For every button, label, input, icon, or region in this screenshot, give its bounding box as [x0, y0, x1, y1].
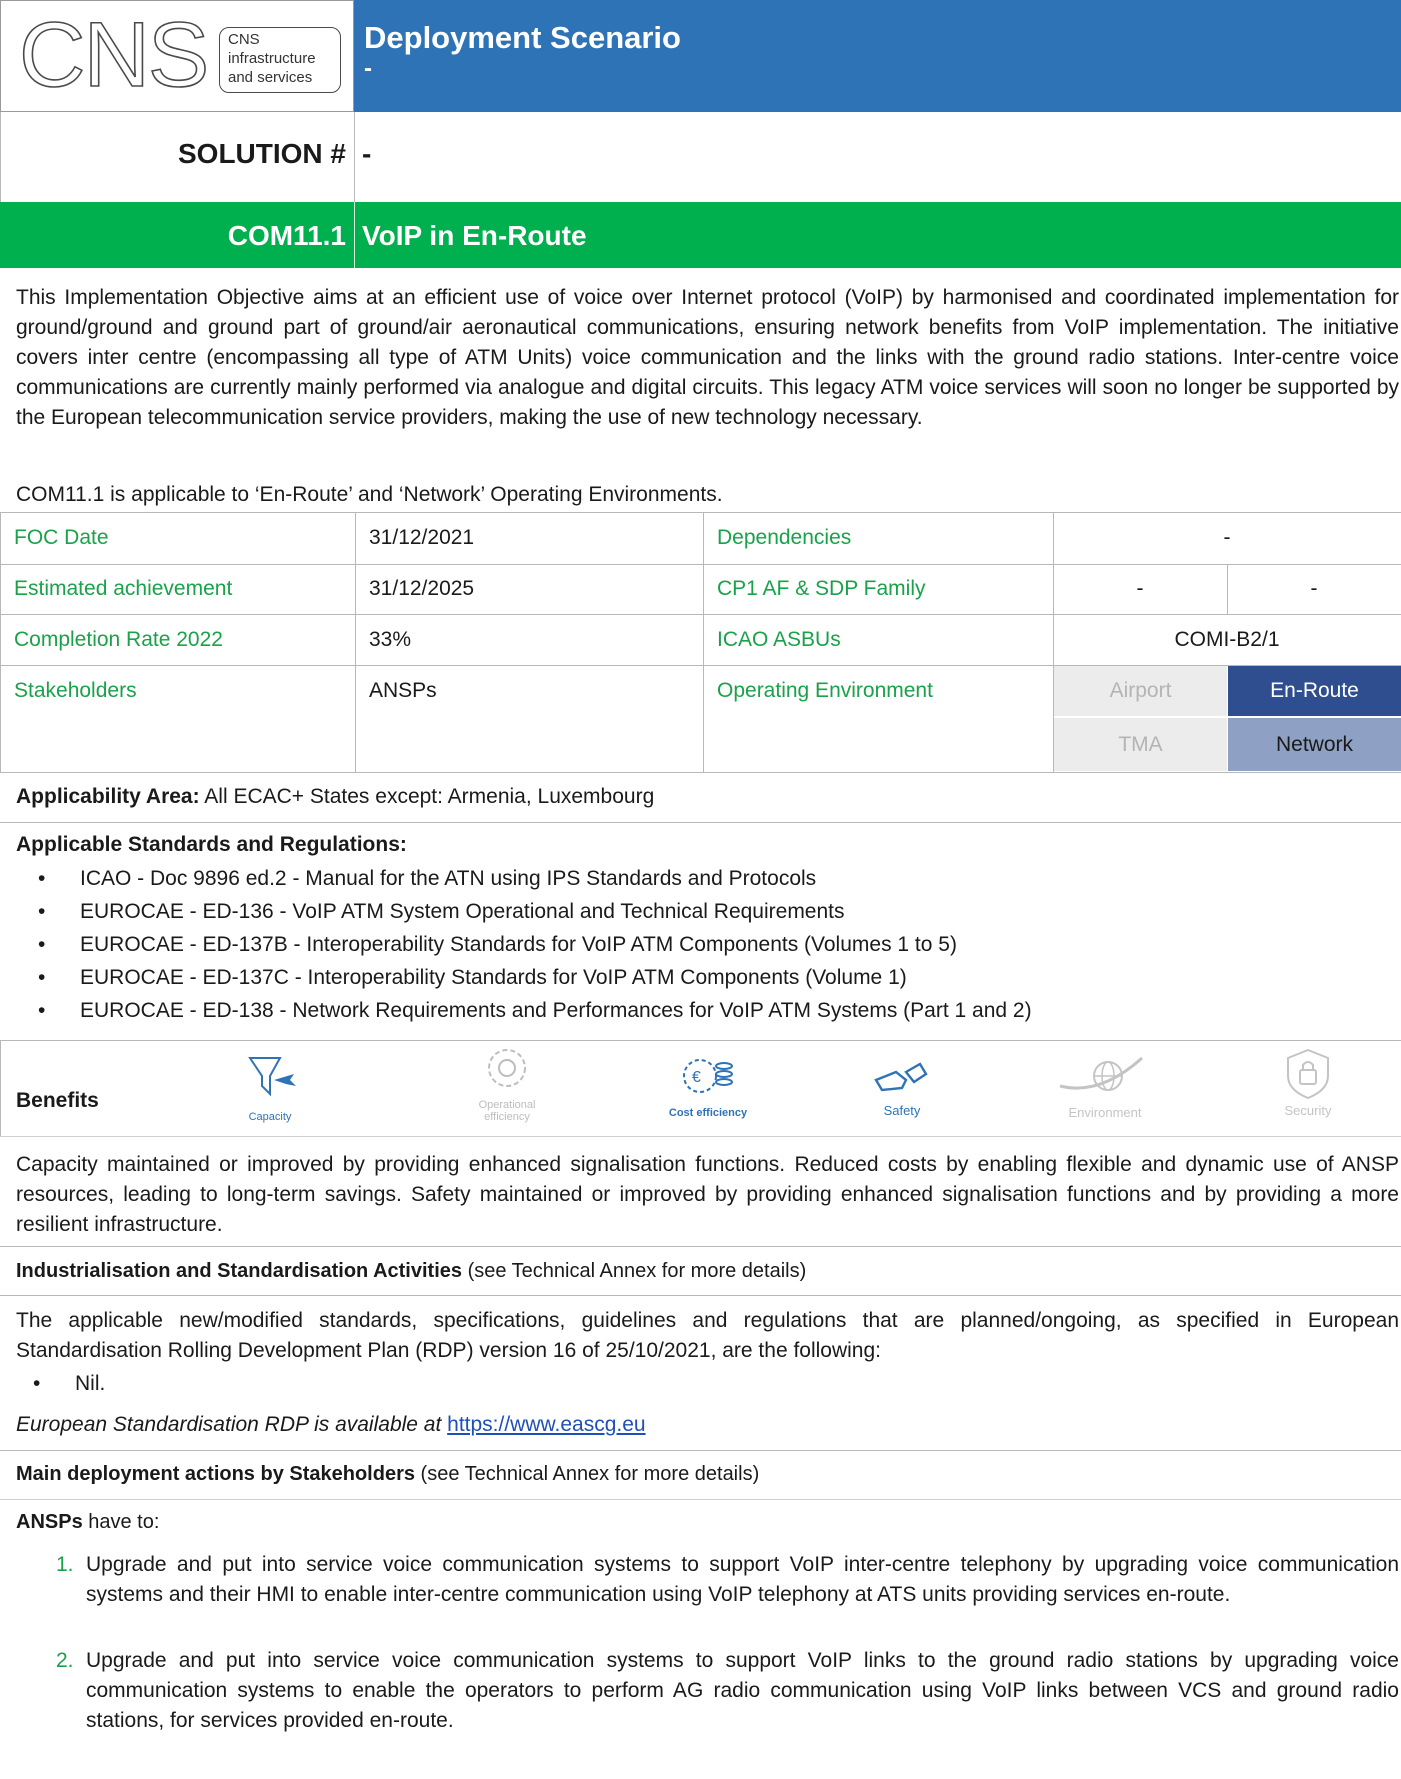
- standards-list: ICAO - Doc 9896 ed.2 - Manual for the AT…: [0, 862, 1390, 1027]
- objective-title: VoIP in En-Route: [362, 220, 587, 251]
- env-tma: TMA: [1054, 718, 1227, 771]
- cost-efficiency-label: Cost efficiency: [668, 1107, 748, 1119]
- safety-icon: Safety: [862, 1050, 942, 1130]
- benefits-text: Capacity maintained or improved by provi…: [16, 1153, 1399, 1236]
- standards-heading: Applicable Standards and Regulations:: [16, 833, 407, 856]
- rdp-note-text: European Standardisation RDP is availabl…: [16, 1413, 442, 1436]
- icao-asbus-value: COMI-B2/1: [1174, 627, 1280, 651]
- capacity-label: Capacity: [248, 1111, 292, 1123]
- cp1-family-value-1: -: [1136, 577, 1144, 600]
- cp1-family-label: CP1 AF & SDP Family: [717, 577, 926, 600]
- security-label: Security: [1284, 1103, 1332, 1118]
- action-number: 1.: [56, 1553, 74, 1576]
- applicability-area-label: Applicability Area:: [16, 785, 200, 808]
- actions-stakeholder-name: ANSPs: [16, 1511, 83, 1533]
- actions-stakeholder: ANSPs have to:: [16, 1508, 159, 1536]
- estimated-achievement-value: 31/12/2025: [369, 577, 475, 600]
- action-text: Upgrade and put into service voice commu…: [86, 1649, 1399, 1732]
- standard-item: EUROCAE - ED-137C - Interoperability Sta…: [0, 961, 1390, 994]
- logo-subtitle-line-2: infrastructure: [228, 50, 316, 67]
- estimated-achievement-label: Estimated achievement: [14, 577, 233, 600]
- industrialisation-text: The applicable new/modified standards, s…: [16, 1309, 1399, 1362]
- foc-date-value: 31/12/2021: [369, 526, 475, 549]
- logo-block: CNS CNS infrastructure and services: [0, 0, 354, 112]
- industrialisation-title: Industrialisation and Standardisation Ac…: [16, 1260, 463, 1282]
- page-title-sub: -: [364, 55, 372, 82]
- completion-rate-value: 33%: [369, 627, 412, 651]
- actions-title: Main deployment actions by Stakeholders: [16, 1463, 415, 1485]
- operational-label-line-1: Operational: [478, 1099, 536, 1111]
- solution-divider: [354, 112, 355, 202]
- stakeholders-label: Stakeholders: [14, 679, 137, 702]
- logo-subtitle-line-1: CNS: [228, 31, 260, 48]
- standard-item: EUROCAE - ED-138 - Network Requirements …: [0, 994, 1390, 1027]
- actions-stakeholder-suffix: have to:: [82, 1511, 160, 1533]
- logo-subtitle-line-3: and services: [228, 69, 313, 86]
- action-text: Upgrade and put into service voice commu…: [86, 1553, 1399, 1606]
- industrialisation-list: Nil.: [0, 1367, 1385, 1400]
- standard-item: ICAO - Doc 9896 ed.2 - Manual for the AT…: [0, 862, 1390, 895]
- industrialisation-note: (see Technical Annex for more details): [462, 1260, 807, 1282]
- info-table: FOC Date 31/12/2021 Dependencies - Estim…: [0, 512, 1401, 774]
- logo-subtitle-box: CNS infrastructure and services: [219, 27, 341, 93]
- capacity-icon: Capacity: [230, 1050, 310, 1130]
- standard-item: EUROCAE - ED-136 - VoIP ATM System Opera…: [0, 895, 1390, 928]
- stakeholders-value: ANSPs: [369, 679, 437, 702]
- safety-label: Safety: [883, 1103, 921, 1118]
- page-title: Deployment Scenario: [364, 20, 681, 55]
- environment-label: Environment: [1068, 1105, 1142, 1120]
- env-en-route: En-Route: [1228, 666, 1401, 716]
- env-airport: Airport: [1054, 666, 1227, 716]
- solution-value: -: [362, 138, 372, 169]
- cp1-family-value-2: -: [1310, 577, 1318, 600]
- header-bar: Deployment Scenario -: [354, 0, 1401, 112]
- cost-efficiency-icon: € Cost efficiency: [658, 1050, 758, 1130]
- standard-item: EUROCAE - ED-137B - Interoperability Sta…: [0, 928, 1390, 961]
- industrialisation-heading: Industrialisation and Standardisation Ac…: [16, 1257, 806, 1285]
- rdp-link[interactable]: https://www.eascg.eu: [447, 1413, 645, 1436]
- actions-note: (see Technical Annex for more details): [414, 1463, 760, 1485]
- benefits-label: Benefits: [16, 1089, 99, 1112]
- actions-heading: Main deployment actions by Stakeholders …: [16, 1460, 759, 1488]
- dependencies-label: Dependencies: [717, 526, 852, 549]
- env-network: Network: [1228, 718, 1401, 771]
- applicability-note: COM11.1 is applicable to ‘En-Route’ and …: [16, 483, 723, 506]
- cns-logo-letters: CNS: [18, 4, 210, 106]
- rdp-note: European Standardisation RDP is availabl…: [16, 1411, 646, 1439]
- security-icon: Security: [1268, 1046, 1348, 1130]
- objective-code: COM11.1: [227, 220, 346, 251]
- objective-description: This Implementation Objective aims at an…: [16, 286, 1399, 429]
- industrialisation-item: Nil.: [0, 1367, 1385, 1400]
- action-number: 2.: [56, 1649, 74, 1672]
- foc-date-label: FOC Date: [14, 526, 109, 549]
- icao-asbus-label: ICAO ASBUs: [717, 627, 841, 651]
- applicability-area-value: All ECAC+ States except: Armenia, Luxemb…: [199, 785, 655, 808]
- operational-label-line-2: efficiency: [484, 1111, 530, 1123]
- applicability-area: Applicability Area: All ECAC+ States exc…: [16, 783, 654, 811]
- svg-text:€: €: [692, 1069, 701, 1086]
- solution-label: SOLUTION #: [177, 138, 346, 169]
- dependencies-value: -: [1223, 526, 1231, 549]
- completion-rate-label: Completion Rate 2022: [14, 627, 223, 651]
- objective-divider: [354, 202, 355, 268]
- environment-icon: Environment: [1050, 1050, 1160, 1130]
- operating-environment-label: Operating Environment: [717, 679, 933, 702]
- operational-efficiency-icon: Operational efficiency: [462, 1044, 552, 1134]
